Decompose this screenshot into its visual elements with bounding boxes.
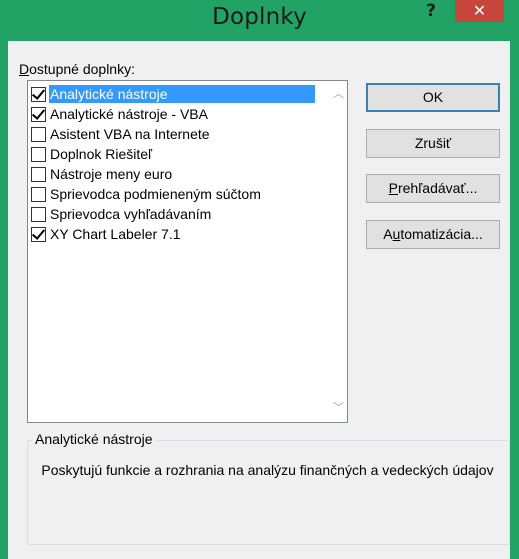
- list-item-label: Asistent VBA na Internete: [50, 126, 210, 142]
- list-item[interactable]: Nástroje meny euro: [31, 164, 175, 184]
- list-item[interactable]: Sprievodca podmieneným súčtom: [31, 184, 264, 204]
- browse-label: rehľadávať...: [397, 180, 478, 196]
- addins-dialog: Doplnky ? ✕ Dostupné doplnky: Analytické…: [0, 0, 519, 559]
- help-icon[interactable]: ?: [416, 0, 446, 22]
- label-accelerator: D: [19, 61, 30, 77]
- list-item-label: Analytické nástroje - VBA: [50, 106, 208, 122]
- available-addins-label: Dostupné doplnky:: [19, 61, 135, 77]
- scroll-down-icon[interactable]: ﹀: [332, 399, 345, 416]
- checkbox[interactable]: [31, 186, 46, 202]
- automation-button[interactable]: Automatizácia...: [366, 220, 500, 249]
- list-item[interactable]: Analytické nástroje - VBA: [31, 104, 211, 124]
- close-button[interactable]: ✕: [455, 0, 504, 22]
- list-item[interactable]: Asistent VBA na Internete: [31, 124, 213, 144]
- checkbox[interactable]: [31, 226, 46, 242]
- cancel-button[interactable]: Zrušiť: [366, 129, 500, 158]
- checkbox[interactable]: [31, 86, 46, 102]
- checkbox[interactable]: [31, 166, 46, 182]
- addins-listbox[interactable]: Analytické nástroje Analytické nástroje …: [27, 80, 348, 423]
- browse-accelerator: P: [388, 180, 398, 196]
- description-group: [27, 440, 510, 545]
- description-title: Analytické nástroje: [32, 431, 156, 447]
- title-bar[interactable]: Doplnky ? ✕: [0, 0, 519, 41]
- automation-label-end: tomatizácia...: [400, 226, 483, 242]
- scroll-up-icon[interactable]: ︿: [332, 85, 345, 102]
- list-item-label: XY Chart Labeler 7.1: [50, 226, 181, 242]
- list-item-label: Analytické nástroje: [49, 85, 315, 103]
- list-item-label: Sprievodca podmieneným súčtom: [50, 186, 261, 202]
- list-item[interactable]: Sprievodca vyhľadávaním: [31, 204, 214, 224]
- list-scrollbar[interactable]: ︿ ﹀: [330, 81, 347, 422]
- list-item[interactable]: Doplnok Riešiteľ: [31, 144, 155, 164]
- close-icon: ✕: [472, 1, 487, 20]
- browse-button[interactable]: Prehľadávať...: [366, 174, 500, 203]
- checkbox[interactable]: [31, 146, 46, 162]
- list-item-label: Sprievodca vyhľadávaním: [50, 206, 212, 222]
- description-text: Poskytujú funkcie a rozhrania na analýzu…: [41, 462, 494, 478]
- checkbox[interactable]: [31, 206, 46, 222]
- list-item-label: Doplnok Riešiteľ: [50, 146, 153, 162]
- list-item[interactable]: Analytické nástroje: [31, 84, 315, 104]
- list-item-label: Nástroje meny euro: [50, 166, 173, 182]
- automation-label-start: A: [383, 226, 393, 242]
- checkbox[interactable]: [31, 106, 46, 122]
- label-text: ostupné doplnky:: [29, 61, 135, 77]
- list-item[interactable]: XY Chart Labeler 7.1: [31, 224, 184, 244]
- ok-button[interactable]: OK: [366, 83, 500, 112]
- checkbox[interactable]: [31, 126, 46, 142]
